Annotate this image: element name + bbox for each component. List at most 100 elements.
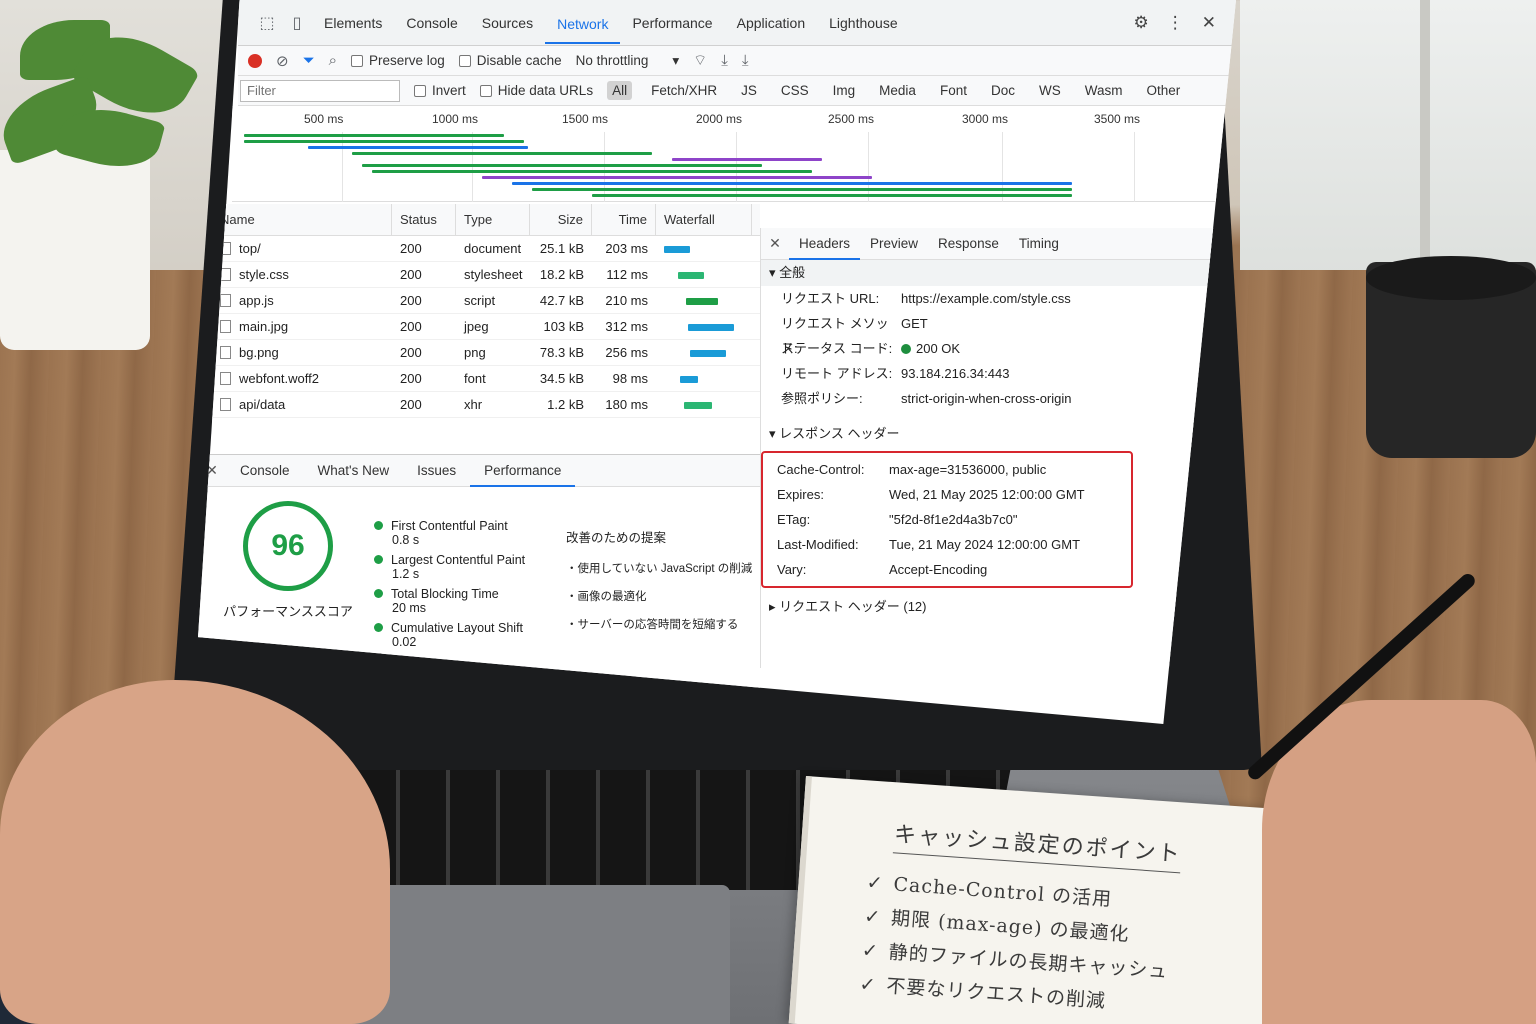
network-request-table: Name Status Type Size Time Waterfall top… xyxy=(212,203,760,454)
type-filter-js[interactable]: JS xyxy=(736,81,762,100)
close-devtools-icon[interactable]: ✕ xyxy=(1202,13,1216,33)
image-file-icon xyxy=(220,320,231,333)
score-gauge: 96 xyxy=(243,501,333,591)
tab-headers[interactable]: Headers xyxy=(789,228,861,260)
suggestions-list: 改善のための提案 ・使用していない JavaScript の削減 ・画像の最適化… xyxy=(566,527,756,644)
header-value: Tue, 21 May 2024 12:00:00 GMT xyxy=(889,537,1081,552)
throttling-select[interactable]: No throttling ▾ xyxy=(576,53,680,69)
table-row[interactable]: app.js 200 script 42.7 kB 210 ms xyxy=(212,288,760,314)
tab-preview[interactable]: Preview xyxy=(860,228,928,260)
table-row[interactable]: top/ 200 document 25.1 kB 203 ms xyxy=(212,236,760,262)
filter-bar: Invert Hide data URLs All Fetch/XHR JS C… xyxy=(238,76,1236,106)
type-filter-media[interactable]: Media xyxy=(874,81,921,100)
search-icon[interactable]: ⌕ xyxy=(329,52,337,69)
type-filter-css[interactable]: CSS xyxy=(776,81,814,100)
column-header-type[interactable]: Type xyxy=(456,203,530,236)
metric-label: Cumulative Layout Shift xyxy=(391,621,524,635)
tab-network[interactable]: Network xyxy=(545,2,621,44)
type-filter-doc[interactable]: Doc xyxy=(986,81,1020,100)
table-row[interactable]: api/data 200 xhr 1.2 kB 180 ms xyxy=(212,392,760,418)
overview-tick-label: 3500 ms xyxy=(1094,112,1141,126)
suggestion-item[interactable]: ・使用していない JavaScript の削減 xyxy=(566,560,756,576)
drawer-tab-issues[interactable]: Issues xyxy=(403,455,470,487)
row-name: api/data xyxy=(239,396,286,412)
row-waterfall xyxy=(656,340,752,366)
header-row: リクエスト メソッド: GET xyxy=(761,311,1236,356)
right-hand xyxy=(1262,700,1536,1024)
preserve-log-checkbox[interactable]: Preserve log xyxy=(351,53,445,68)
more-options-icon[interactable]: ⋮ xyxy=(1167,13,1184,33)
laptop-trackpad xyxy=(330,885,730,1024)
metric-value: 0.8 s xyxy=(392,533,420,547)
type-filter-fetch-xhr[interactable]: Fetch/XHR xyxy=(646,81,722,100)
column-header-status[interactable]: Status xyxy=(392,203,456,236)
network-conditions-icon[interactable]: ⌔ xyxy=(693,51,707,70)
settings-gear-icon[interactable]: ⚙ xyxy=(1134,13,1149,33)
overview-request-bar xyxy=(372,170,812,173)
row-status: 200 xyxy=(400,370,422,386)
suggestion-item[interactable]: ・画像の最適化 xyxy=(566,588,756,604)
type-filter-all[interactable]: All xyxy=(607,81,633,100)
overview-tick-label: 1500 ms xyxy=(562,112,609,126)
drawer-tab-performance[interactable]: Performance xyxy=(470,455,576,487)
row-name: app.js xyxy=(239,292,274,308)
column-header-time[interactable]: Time xyxy=(592,203,656,236)
table-row[interactable]: main.jpg 200 jpeg 103 kB 312 ms xyxy=(212,314,760,340)
hide-data-urls-checkbox[interactable]: Hide data URLs xyxy=(479,83,593,98)
type-filter-ws[interactable]: WS xyxy=(1034,81,1066,100)
inspect-element-icon[interactable]: ⬚ xyxy=(252,13,282,33)
tab-elements[interactable]: Elements xyxy=(312,1,394,45)
drawer-tab-console[interactable]: Console xyxy=(226,455,304,487)
tab-response[interactable]: Response xyxy=(928,228,1009,260)
checkbox-box xyxy=(458,54,471,67)
type-filter-font[interactable]: Font xyxy=(935,81,972,100)
device-toolbar-icon[interactable]: ▯ xyxy=(282,13,312,33)
table-row[interactable]: bg.png 200 png 78.3 kB 256 ms xyxy=(212,340,760,366)
header-key: リクエスト メソッド: xyxy=(781,316,889,356)
network-overview-timeline[interactable]: 500 ms 1000 ms 1500 ms 2000 ms 2500 ms 3… xyxy=(232,106,1236,202)
row-name-cell: bg.png xyxy=(212,340,392,366)
type-filter-wasm[interactable]: Wasm xyxy=(1080,81,1128,100)
table-row[interactable]: webfont.woff2 200 font 34.5 kB 98 ms xyxy=(212,366,760,392)
tab-timing[interactable]: Timing xyxy=(1009,228,1069,260)
score-label: パフォーマンススコア xyxy=(223,604,353,619)
general-section-header[interactable]: ▾ 全般 xyxy=(761,260,1236,286)
clear-icon[interactable]: ⊘ xyxy=(276,52,289,70)
export-har-icon[interactable]: ⤓ xyxy=(742,52,749,69)
row-waterfall xyxy=(656,288,752,314)
overview-tick-label: 2000 ms xyxy=(696,112,743,126)
overview-request-bar xyxy=(592,194,1072,197)
invert-checkbox[interactable]: Invert xyxy=(414,83,466,98)
disable-cache-checkbox[interactable]: Disable cache xyxy=(458,53,562,68)
column-header-waterfall[interactable]: Waterfall xyxy=(656,203,752,236)
import-har-icon[interactable]: ⤓ xyxy=(721,52,728,69)
type-filter-img[interactable]: Img xyxy=(828,81,861,100)
header-value: 200 OK xyxy=(916,341,961,356)
checkbox-box xyxy=(351,54,363,67)
close-details-icon[interactable]: ✕ xyxy=(761,235,789,252)
tab-application[interactable]: Application xyxy=(725,1,818,45)
filter-input[interactable] xyxy=(240,79,400,102)
header-row: リクエスト URL: https://example.com/style.css xyxy=(761,286,1236,311)
column-header-size[interactable]: Size xyxy=(530,203,592,236)
metric-value: 0.02 xyxy=(392,635,417,649)
waterfall-bar xyxy=(664,245,690,253)
tab-sources[interactable]: Sources xyxy=(470,1,545,45)
header-row: Last-Modified: Tue, 21 May 2024 12:00:00 … xyxy=(763,532,1131,557)
type-filter-other[interactable]: Other xyxy=(1141,81,1185,100)
tab-console[interactable]: Console xyxy=(394,1,469,45)
metric-pass-icon xyxy=(374,521,383,530)
column-header-name[interactable]: Name xyxy=(212,203,392,236)
record-icon[interactable] xyxy=(248,53,262,68)
metric-item: First Contentful Paint 0.8 s xyxy=(374,519,544,547)
table-row[interactable]: style.css 200 stylesheet 18.2 kB 112 ms xyxy=(212,262,760,288)
overview-tick-label: 1000 ms xyxy=(432,112,479,126)
suggestion-item[interactable]: ・サーバーの応答時間を短縮する xyxy=(566,616,756,632)
response-headers-section-header[interactable]: ▾ レスポンス ヘッダー xyxy=(761,421,1236,447)
details-tab-bar: ✕ Headers Preview Response Timing xyxy=(761,228,1236,260)
filter-funnel-icon[interactable]: ⏷ xyxy=(303,52,315,69)
drawer-tab-whats-new[interactable]: What's New xyxy=(304,455,404,487)
tab-performance[interactable]: Performance xyxy=(620,1,724,45)
request-headers-section-header[interactable]: ▸ リクエスト ヘッダー (12) xyxy=(761,594,1236,620)
tab-lighthouse[interactable]: Lighthouse xyxy=(817,1,910,45)
